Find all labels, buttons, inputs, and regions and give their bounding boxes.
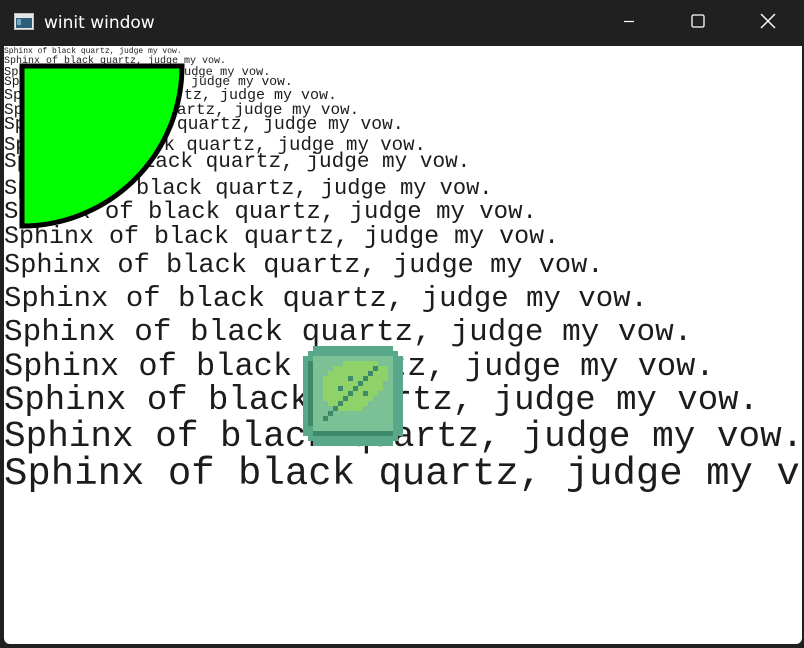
sample-text-line: Sphinx of black quartz, judge my vow. (4, 416, 802, 457)
app-window: winit window Sphinx of black quartz, jud… (0, 0, 804, 648)
quarter-circle-shape (19, 63, 185, 229)
leaf-sprite-icon (303, 346, 403, 446)
sample-text-line: Sphinx of black quartz, judge my vow. (4, 251, 604, 281)
minimize-button[interactable] (594, 0, 664, 46)
sample-text-line: Sphinx of black quartz, judge my vow. (4, 452, 802, 496)
close-icon (760, 13, 776, 34)
maximize-icon (691, 13, 705, 33)
window-title: winit window (44, 13, 155, 33)
sample-text-line: Sphinx of black quartz, judge my vow. (4, 282, 648, 315)
close-button[interactable] (733, 0, 803, 46)
render-canvas[interactable]: Sphinx of black quartz, judge my vow. Sp… (4, 46, 802, 644)
window-app-icon (14, 13, 34, 30)
sample-text-line: Sphinx of black quartz, judge my vow. (4, 315, 693, 350)
title-bar[interactable]: winit window (0, 0, 804, 46)
maximize-button[interactable] (663, 0, 733, 46)
minimize-icon (623, 14, 635, 32)
